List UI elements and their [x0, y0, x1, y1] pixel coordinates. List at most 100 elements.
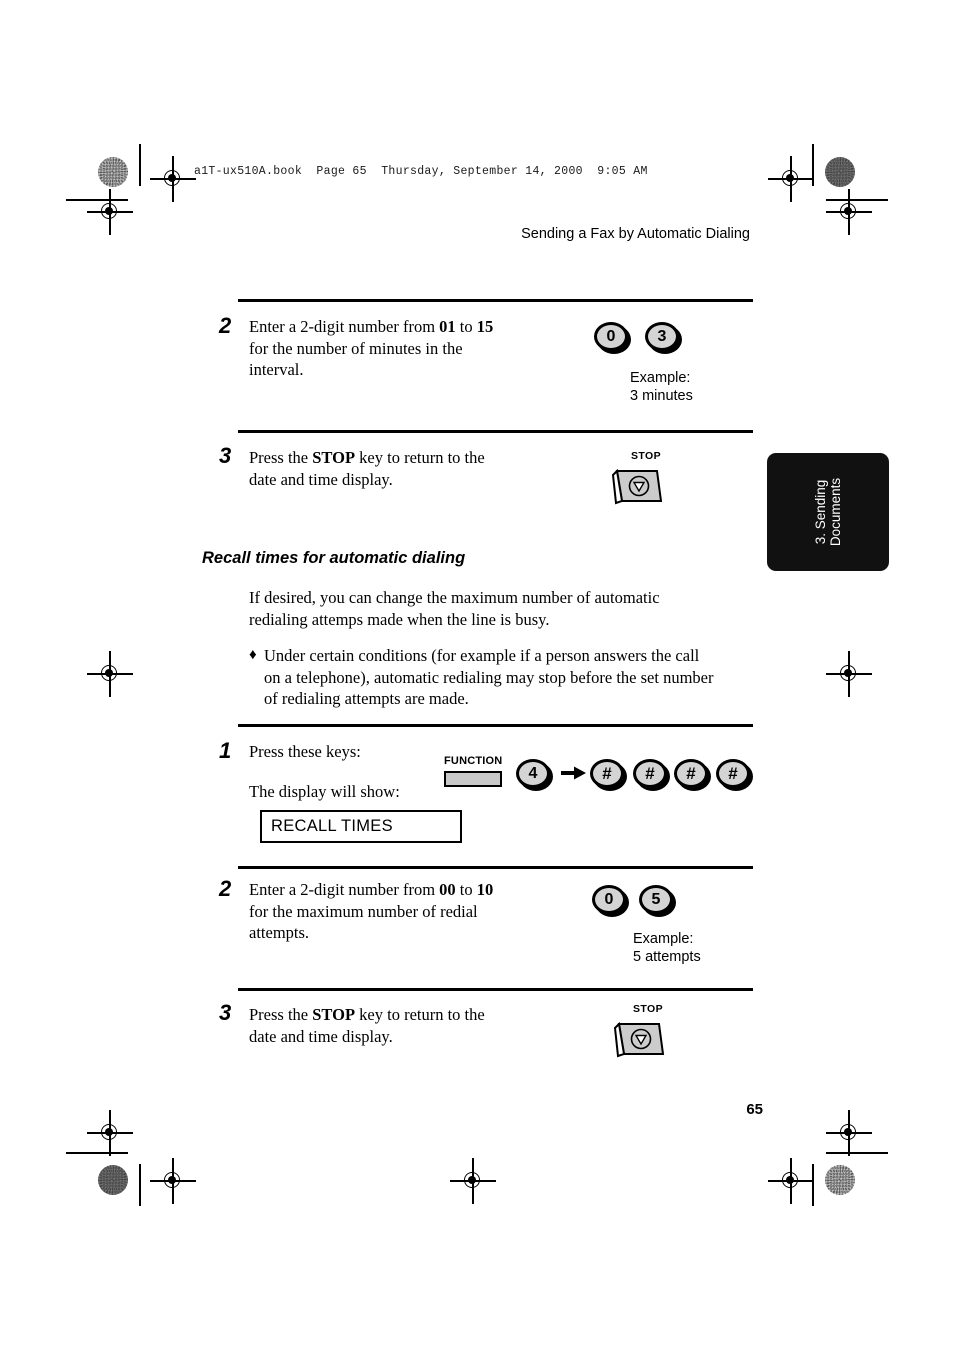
display-will-show-prompt: The display will show: [249, 782, 400, 801]
registration-mark-bottom-right [768, 1158, 814, 1204]
paragraph-line-1: If desired, you can change the maximum n… [249, 588, 660, 607]
step-text-line2: for the number of minutes in the [249, 338, 463, 358]
halftone-registration-dot-top-right [825, 157, 855, 187]
function-key[interactable]: FUNCTION [444, 755, 510, 795]
keypad-key-label: 3 [645, 322, 679, 351]
keypad-key-label: # [716, 759, 750, 788]
step-text-bold-max: 15 [476, 317, 494, 336]
bullet-line-3: of redialing attempts are made. [264, 689, 469, 708]
trim-line-lower-left-horizontal [66, 1152, 128, 1154]
step-text-bold-max: 10 [476, 880, 494, 899]
step-text-part: Press the [249, 448, 313, 467]
stop-key-label: STOP [631, 450, 661, 462]
keypad-key-5[interactable]: 5 [639, 885, 676, 917]
registration-mark-upper-left [87, 189, 133, 235]
step-text-part: key to return to the [355, 1005, 485, 1024]
step-text-part: key to return to the [355, 448, 485, 467]
step-number: 3 [219, 1000, 232, 1025]
keypad-key-label: # [674, 759, 708, 788]
chapter-side-tab: 3. Sending Documents [767, 453, 889, 571]
step-instruction-text: Enter a 2-digit number from 00 to 10 for… [249, 879, 559, 944]
keypad-key-4[interactable]: 4 [516, 759, 553, 791]
stop-key-glyph [611, 465, 669, 506]
step-instruction-text: Enter a 2-digit number from 01 to 15 for… [249, 316, 549, 381]
step-instruction-text: Press the STOP key to return to the date… [249, 447, 549, 490]
registration-mark-bottom-center [450, 1158, 496, 1204]
registration-mark-top-left [150, 156, 196, 202]
step-text-part: to [455, 317, 477, 336]
step-instruction-text: Press the STOP key to return to the date… [249, 1004, 549, 1047]
trim-line-top-left-vertical [139, 144, 141, 186]
step-text-line3: attempts. [249, 923, 310, 942]
book-file-header: a1T-ux510A.book Page 65 Thursday, Septem… [194, 165, 648, 178]
keypad-key-label: # [590, 759, 624, 788]
step-text-bold-stop: STOP [312, 448, 356, 467]
note-bullet-text: Under certain conditions (for example if… [264, 645, 713, 710]
stop-key[interactable]: STOP [613, 1003, 675, 1059]
keypad-key-hash-1[interactable]: # [590, 759, 627, 791]
registration-mark-mid-right [826, 651, 872, 697]
halftone-registration-dot-bottom-right [825, 1165, 855, 1195]
function-key-bar [444, 771, 502, 787]
example-caption: Example: 5 attempts [633, 931, 701, 965]
press-keys-prompt: Press these keys: [249, 742, 361, 761]
note-bullet-item: ♦ Under certain conditions (for example … [249, 645, 749, 710]
keypad-key-3[interactable]: 3 [645, 322, 682, 354]
section-paragraph: If desired, you can change the maximum n… [249, 587, 719, 630]
trim-line-lower-right-horizontal [826, 1152, 888, 1154]
step-text-line2: date and time display. [249, 1026, 393, 1046]
step-text-part: Enter a 2-digit number from [249, 880, 440, 899]
lcd-display: RECALL TIMES [260, 810, 462, 843]
function-key-label: FUNCTION [444, 755, 503, 767]
registration-mark-lower-right [826, 1110, 872, 1156]
registration-mark-bottom-left [150, 1158, 196, 1204]
trim-line-bottom-right-vertical [812, 1164, 814, 1206]
keypad-key-hash-2[interactable]: # [633, 759, 670, 791]
keypad-key-label: 0 [592, 885, 626, 914]
keypad-key-label: 4 [516, 759, 550, 788]
trim-line-top-right-vertical [812, 144, 814, 186]
step-number: 2 [219, 876, 232, 901]
step-text-bold-stop: STOP [312, 1005, 356, 1024]
stop-key[interactable]: STOP [611, 450, 673, 506]
page-number: 65 [746, 1101, 763, 1118]
step-text-line2: for the maximum number of redial [249, 901, 478, 921]
step-text-line2: date and time display. [249, 469, 393, 489]
halftone-registration-dot-bottom-left [98, 1165, 128, 1195]
stop-key-label: STOP [633, 1003, 663, 1015]
step-text-bold-min: 00 [439, 880, 456, 899]
step-number: 1 [219, 738, 232, 763]
trim-line-bottom-left-vertical [139, 1164, 141, 1206]
diamond-bullet-icon: ♦ [249, 647, 257, 663]
example-caption: Example: 3 minutes [630, 370, 693, 404]
step-text-line3: interval. [249, 360, 304, 379]
step-number: 3 [219, 443, 232, 468]
step-separator-rule-2 [238, 430, 753, 433]
keypad-key-label: 5 [639, 885, 673, 914]
step-text-part: Enter a 2-digit number from [249, 317, 440, 336]
keypad-key-label: # [633, 759, 667, 788]
halftone-registration-dot-top-left [98, 157, 128, 187]
section-heading: Recall times for automatic dialing [202, 549, 466, 567]
keypad-key-0[interactable]: 0 [592, 885, 629, 917]
keypad-key-label: 0 [594, 322, 628, 351]
bullet-line-1: Under certain conditions (for example if… [264, 646, 700, 665]
stop-key-glyph [613, 1018, 671, 1059]
registration-mark-lower-left [87, 1110, 133, 1156]
keypad-key-hash-3[interactable]: # [674, 759, 711, 791]
document-page: a1T-ux510A.book Page 65 Thursday, Septem… [0, 0, 954, 1351]
step-separator-rule-3 [238, 724, 753, 727]
paragraph-line-2: redialing attemps made when the line is … [249, 609, 550, 629]
step-separator-rule-5 [238, 988, 753, 991]
running-head-title: Sending a Fax by Automatic Dialing [521, 226, 750, 242]
keypad-key-hash-4[interactable]: # [716, 759, 753, 791]
step-text-bold-min: 01 [439, 317, 456, 336]
registration-mark-upper-right [826, 189, 872, 235]
keypad-key-0[interactable]: 0 [594, 322, 631, 354]
registration-mark-top-right [768, 156, 814, 202]
arrow-right-icon [561, 766, 587, 780]
step-number: 2 [219, 313, 232, 338]
step-separator-rule-1 [238, 299, 753, 302]
bullet-line-2: on a telephone), automatic redialing may… [264, 667, 714, 687]
step-text-part: Press the [249, 1005, 313, 1024]
